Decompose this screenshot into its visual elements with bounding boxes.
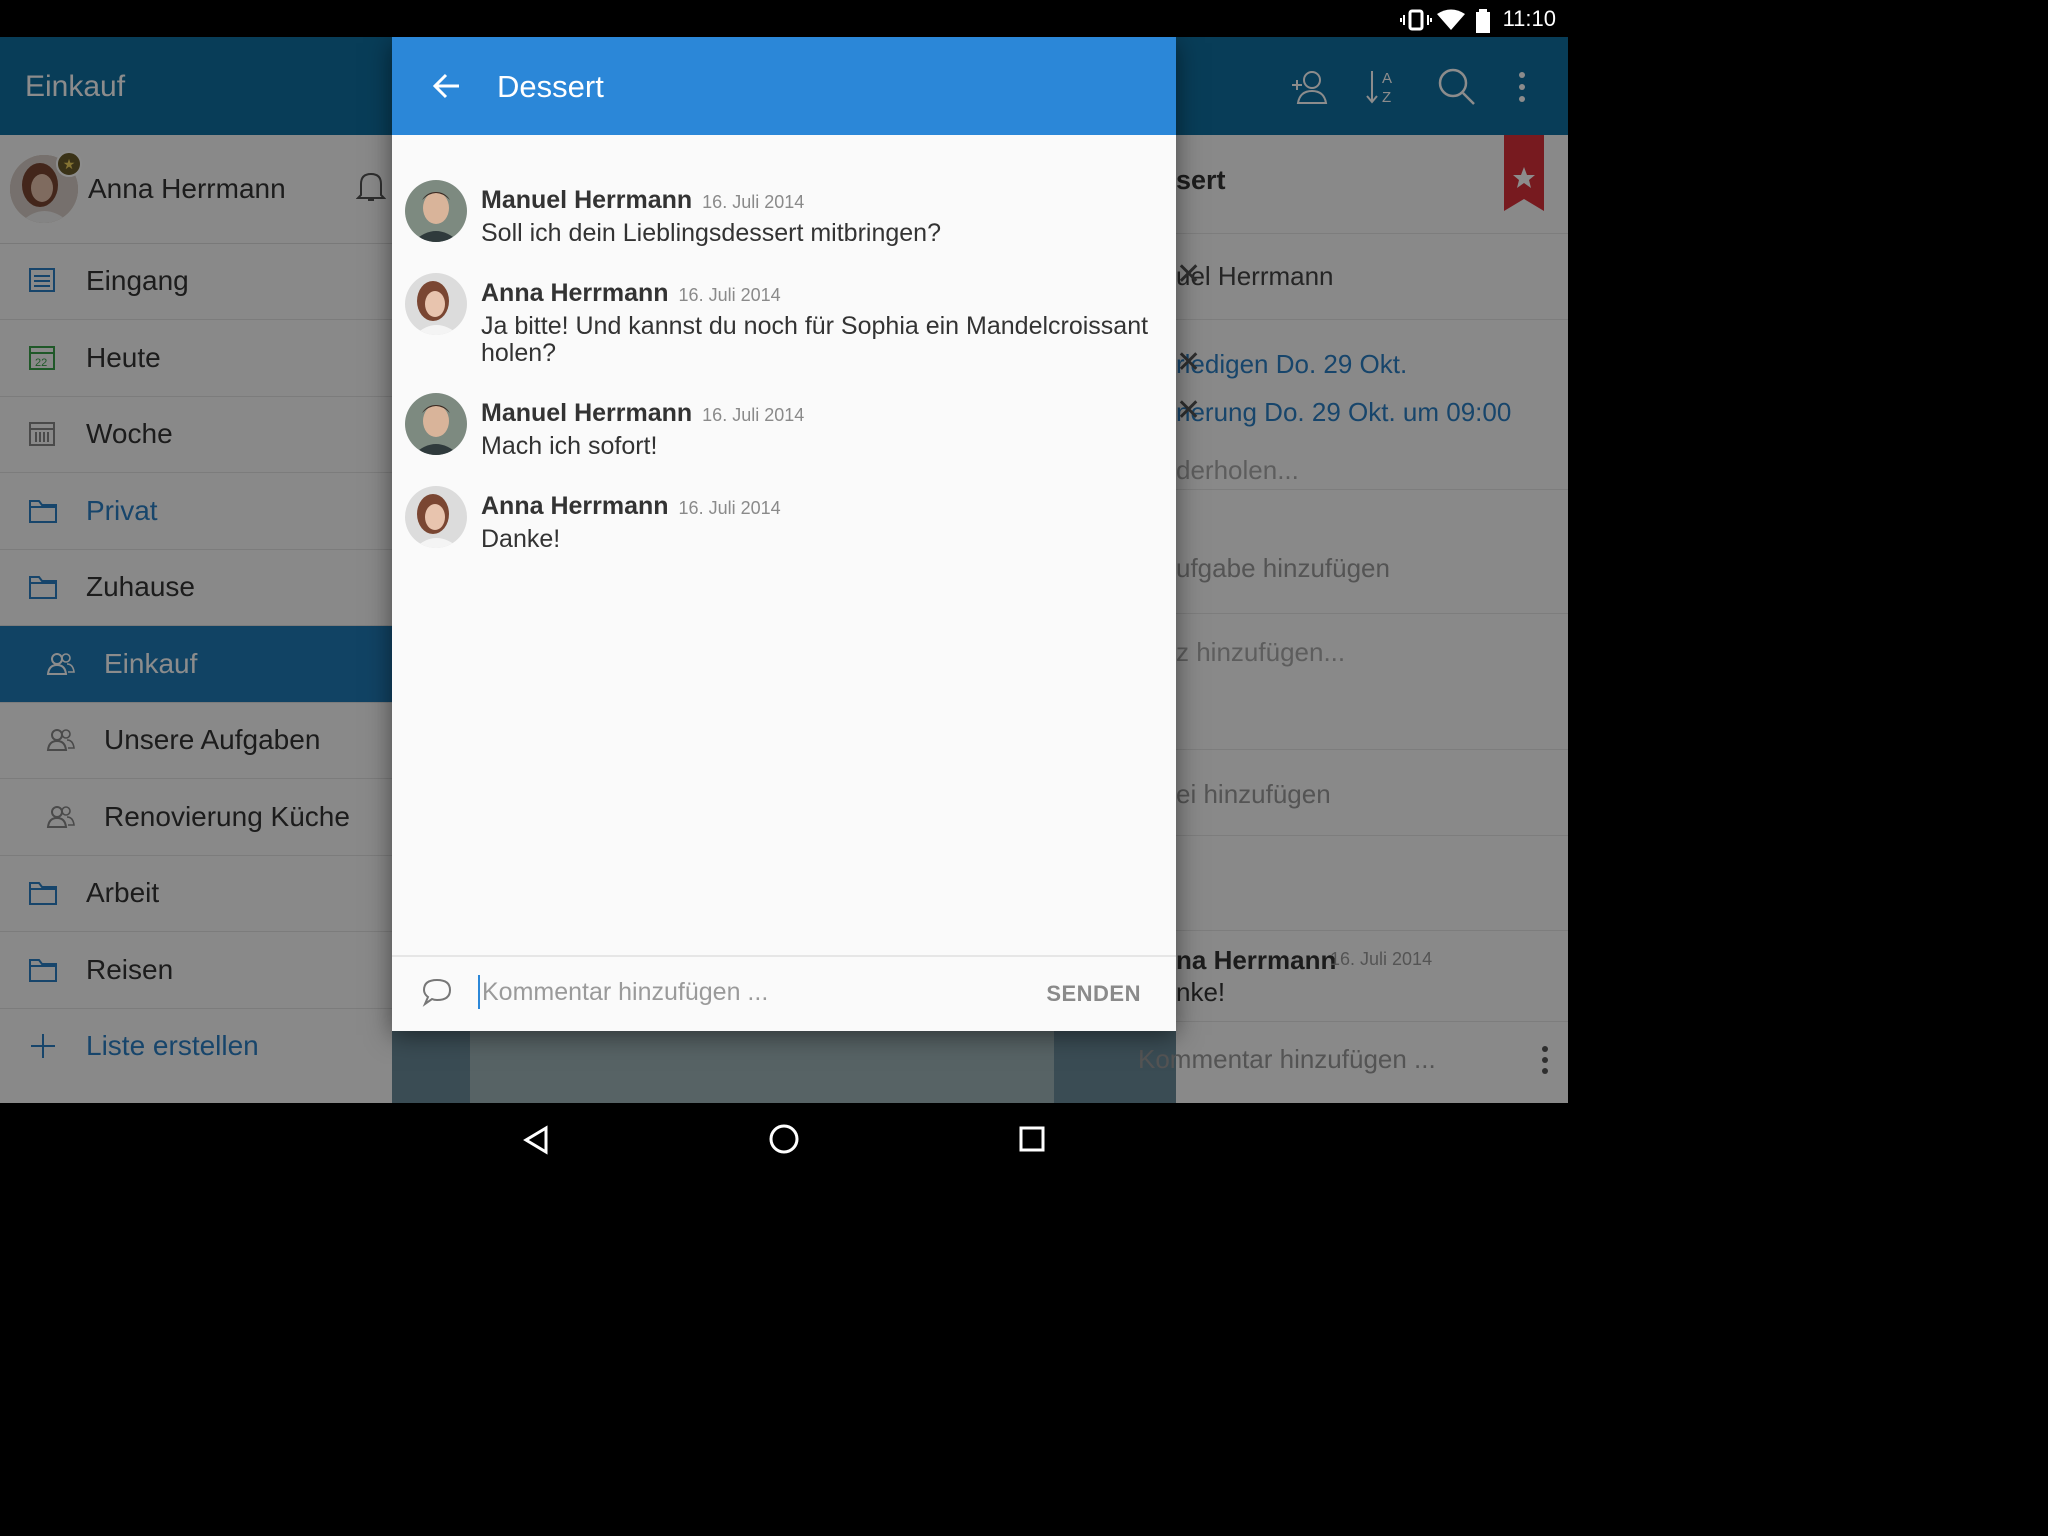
send-button[interactable]: SENDEN xyxy=(1046,981,1141,1007)
comment-composer: SENDEN xyxy=(392,955,1176,1031)
comment-date: 16. Juli 2014 xyxy=(678,285,781,305)
recents-icon[interactable] xyxy=(1018,1125,1046,1153)
back-arrow-icon[interactable] xyxy=(432,71,462,101)
wifi-icon xyxy=(1437,9,1465,30)
comment-author: Manuel Herrmann 16. Juli 2014 xyxy=(481,399,805,427)
comment-author: Anna Herrmann 16. Juli 2014 xyxy=(481,492,781,520)
home-icon[interactable] xyxy=(768,1123,800,1155)
avatar xyxy=(405,180,467,242)
comment-author: Manuel Herrmann 16. Juli 2014 xyxy=(481,186,805,214)
comment-date: 16. Juli 2014 xyxy=(702,192,805,212)
dialog-title: Dessert xyxy=(497,69,604,104)
comment-input[interactable] xyxy=(480,973,1024,1011)
comment-date: 16. Juli 2014 xyxy=(702,405,805,425)
vibrate-icon xyxy=(1400,9,1432,31)
avatar xyxy=(405,273,467,335)
clock: 11:10 xyxy=(1502,6,1556,31)
comment-text: Danke! xyxy=(481,525,561,553)
battery-icon xyxy=(1476,9,1490,33)
avatar xyxy=(405,393,467,455)
comment-bubble-icon xyxy=(422,978,452,1007)
back-icon[interactable] xyxy=(522,1125,550,1155)
comment-text: Mach ich sofort! xyxy=(481,432,658,460)
dialog-header: Dessert xyxy=(392,37,1176,135)
comment-date: 16. Juli 2014 xyxy=(678,498,781,518)
avatar xyxy=(405,486,467,548)
system-nav-bar xyxy=(0,1103,1568,1176)
comment-text: Soll ich dein Lieblingsdessert mitbringe… xyxy=(481,219,941,247)
comment-author: Anna Herrmann 16. Juli 2014 xyxy=(481,279,781,307)
comments-dialog: Dessert Manuel Herrmann 16. Juli 2014 Sol… xyxy=(392,37,1176,1031)
comment-text: Ja bitte! Und kannst du noch für Sophia … xyxy=(481,312,1149,367)
status-bar: 11:10 xyxy=(0,0,1568,37)
